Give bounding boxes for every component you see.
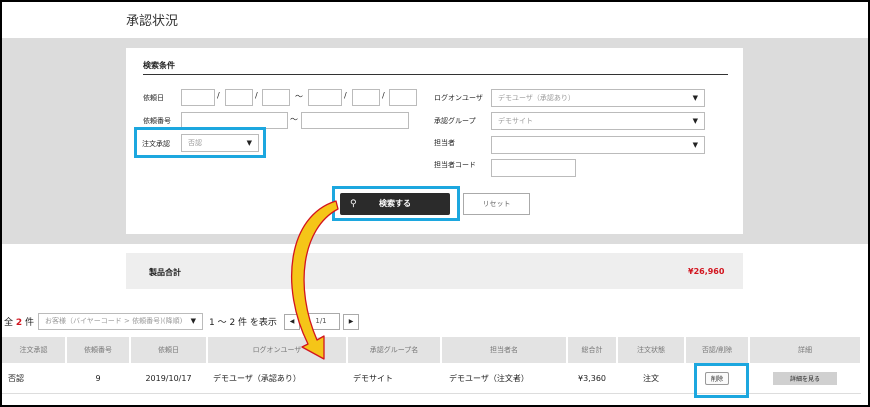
screenshot-frame: 承認状況 検索条件 依頼日 依頼番号 注文承認 / / ～ / / ～ 否認 ▼…	[0, 0, 870, 407]
annotation-arrow-icon	[291, 200, 339, 360]
